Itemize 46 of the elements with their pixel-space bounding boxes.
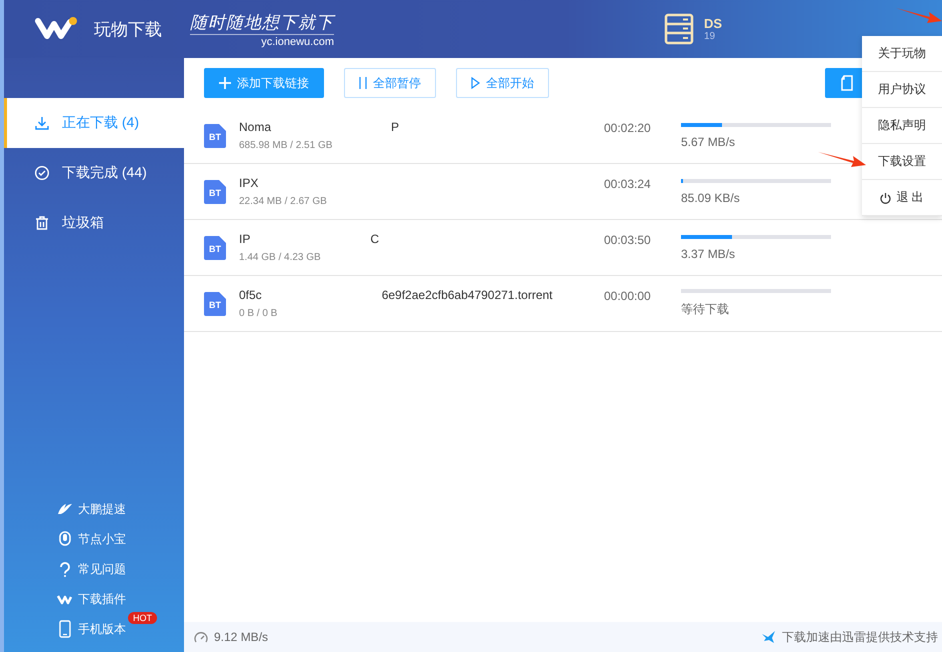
menu-item[interactable]: 用户协议 bbox=[862, 72, 942, 108]
sidebar-link[interactable]: 节点小宝 bbox=[56, 530, 126, 548]
sidebar-link[interactable]: 手机版本 bbox=[56, 620, 126, 638]
menu-item[interactable]: 退 出 bbox=[862, 180, 942, 216]
app-name: 玩物下载 bbox=[94, 18, 162, 40]
credit-text: 下载加速由迅雷提供技术支持 bbox=[782, 628, 938, 646]
time-remaining: 00:03:24 bbox=[604, 176, 652, 190]
file-name: IP bbox=[239, 232, 250, 246]
download-status: 3.37 MB/s bbox=[681, 246, 736, 260]
time-remaining: 00:00:00 bbox=[604, 288, 652, 302]
download-status: 等待下载 bbox=[681, 301, 730, 318]
file-name: 6e9f2ae2cfb6ab4790271.torrent bbox=[382, 288, 552, 302]
slogan: 随时随地想下就下 bbox=[190, 10, 334, 34]
file-name: Noma bbox=[239, 120, 272, 134]
device-address: 19 bbox=[704, 31, 716, 42]
bt-file-icon: BT bbox=[204, 292, 226, 316]
toolbar-button[interactable]: 全部暂停 bbox=[344, 68, 436, 98]
sidebar-link[interactable]: 下载插件 bbox=[56, 590, 126, 608]
file-size: 0 B / 0 B bbox=[239, 308, 278, 319]
bt-file-icon: BT bbox=[204, 236, 226, 260]
toolbar-button[interactable]: 全部开始 bbox=[456, 68, 549, 98]
file-name: C bbox=[370, 232, 380, 246]
time-remaining: 00:02:20 bbox=[604, 120, 652, 134]
hot-badge: HOT bbox=[128, 612, 157, 624]
file-name: IPX bbox=[239, 176, 258, 190]
download-status: 5.67 MB/s bbox=[681, 134, 736, 148]
menu-item[interactable]: 隐私声明 bbox=[862, 108, 942, 144]
download-status: 85.09 KB/s bbox=[681, 190, 741, 204]
bt-file-icon: BT bbox=[204, 124, 226, 148]
sidebar-item[interactable]: 垃圾箱 bbox=[4, 198, 184, 248]
toolbar-button[interactable]: 添加下载链接 bbox=[204, 68, 324, 98]
bt-file-icon: BT bbox=[204, 180, 226, 204]
sidebar-item[interactable]: 下载完成 (44) bbox=[4, 148, 184, 198]
sidebar-item[interactable]: 正在下载 (4) bbox=[4, 98, 184, 148]
file-name: P bbox=[391, 120, 400, 134]
menu-item[interactable]: 关于玩物 bbox=[862, 36, 942, 72]
website-url: yc.ionewu.com bbox=[261, 36, 334, 48]
device-name: DS bbox=[704, 16, 722, 31]
time-remaining: 00:03:50 bbox=[604, 232, 652, 246]
file-name: 0f5c bbox=[239, 288, 262, 302]
sidebar-link[interactable]: 常见问题 bbox=[56, 560, 126, 578]
file-size: 1.44 GB / 4.23 GB bbox=[239, 252, 322, 263]
sidebar-link[interactable]: 大鹏提速 bbox=[56, 500, 126, 518]
total-speed: 9.12 MB/s bbox=[214, 630, 268, 644]
file-size: 22.34 MB / 2.67 GB bbox=[239, 196, 328, 207]
file-size: 685.98 MB / 2.51 GB bbox=[239, 140, 334, 151]
